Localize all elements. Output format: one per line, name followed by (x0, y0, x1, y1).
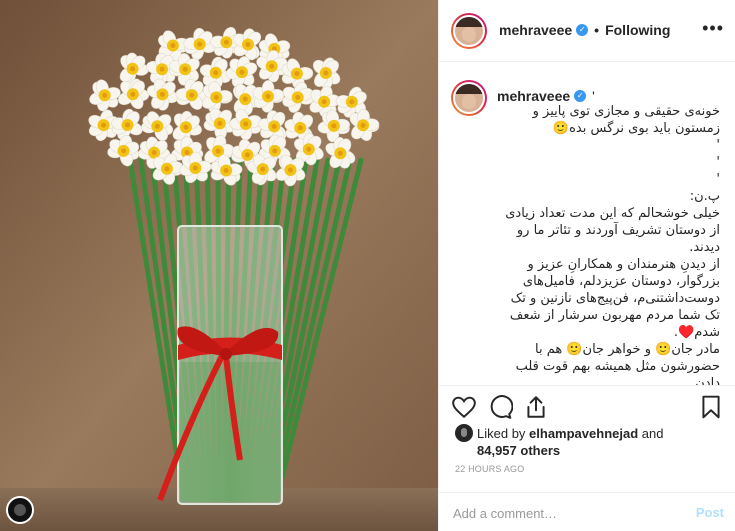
caption-username[interactable]: mehraveee (497, 88, 570, 104)
caption-avatar[interactable] (451, 80, 487, 116)
post-timestamp[interactable]: 22 HOURS AGO (455, 464, 524, 474)
verified-badge-icon: ✓ (574, 90, 587, 102)
action-bar (439, 385, 735, 425)
liker-username[interactable]: elhampavehnejad (529, 426, 638, 441)
caption-tick: ' (592, 88, 595, 104)
header-separator: • (594, 22, 600, 38)
caption-author-row: mehraveee ✓ ' (497, 88, 595, 104)
author-avatar[interactable] (451, 13, 487, 49)
author-username[interactable]: mehraveee (499, 22, 572, 38)
verified-badge-icon: ✓ (576, 24, 589, 36)
narcissus-vase-image (0, 0, 438, 531)
post-photo[interactable] (0, 0, 438, 531)
share-icon[interactable] (523, 394, 549, 420)
likes-summary: Liked by elhampavehnejad and 84,957 othe… (455, 424, 725, 459)
liker-avatar[interactable] (455, 424, 473, 442)
more-options-icon[interactable]: ••• (702, 18, 724, 39)
caption-text: خونه‌ی حقیقی و مجازی توی پاییز و زمستون … (505, 104, 720, 385)
likes-prefix: Liked by (477, 426, 526, 441)
author-row: mehraveee ✓ • Following (499, 22, 670, 38)
comment-input[interactable] (453, 502, 673, 524)
likes-conjunction: and (641, 426, 664, 441)
following-button[interactable]: Following (605, 22, 670, 38)
comment-bar: Post (439, 492, 735, 531)
post-header: mehraveee ✓ • Following ••• (439, 0, 735, 62)
photo-owner-avatar[interactable] (6, 496, 34, 524)
bookmark-icon[interactable] (698, 394, 724, 420)
likes-count-link[interactable]: 84,957 others (455, 442, 725, 459)
comments-area[interactable]: mehraveee ✓ ' خونه‌ی حقیقی و مجازی توی پ… (439, 63, 735, 385)
heart-icon[interactable] (451, 394, 477, 420)
post-side-panel: mehraveee ✓ • Following ••• mehraveee ✓ … (438, 0, 735, 531)
post-comment-button[interactable]: Post (696, 505, 724, 520)
comment-icon[interactable] (487, 394, 514, 420)
